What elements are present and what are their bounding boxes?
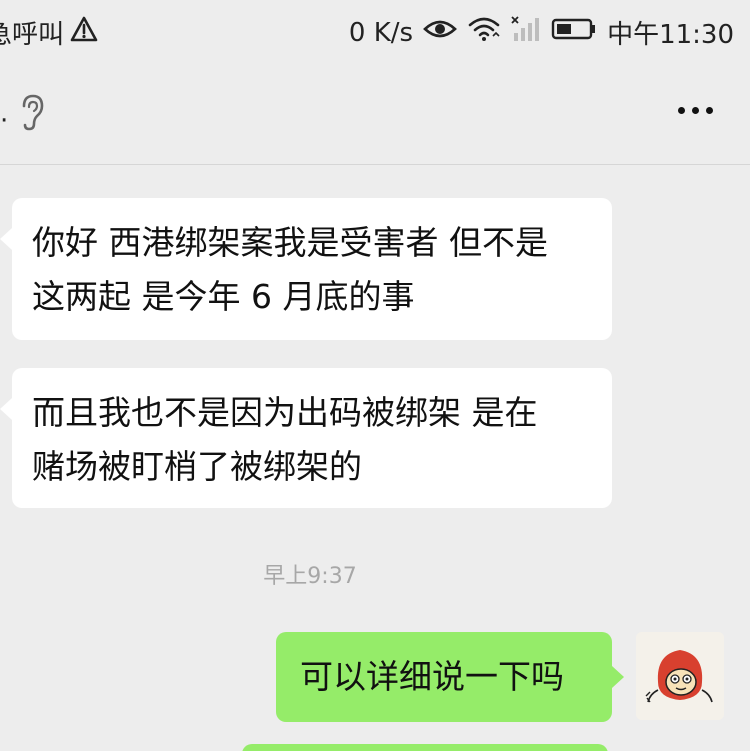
network-speed: 0 K/s	[348, 17, 414, 48]
message-text-line: 可以详细说一下吗	[300, 657, 564, 696]
status-left: 急呼叫	[0, 14, 98, 51]
signal-icon	[511, 15, 541, 50]
battery-icon	[551, 17, 597, 48]
chat-screen: 急呼叫 0 K/s	[0, 0, 750, 751]
avatar-cartoon-icon	[636, 632, 724, 720]
outgoing-message-bubble-partial[interactable]	[242, 744, 608, 751]
message-text-line: 而且我也不是因为出码被绑架 是在	[32, 393, 538, 432]
message-timestamp: 早上9:37	[263, 564, 357, 589]
ear-icon[interactable]	[18, 92, 48, 136]
status-notification-text: 急呼叫	[0, 20, 65, 50]
message-text-line: 赌场被盯梢了被绑架的	[32, 447, 362, 486]
eye-icon	[423, 17, 457, 48]
status-time: 中午11:30	[607, 20, 734, 50]
message-text-line: 这两起 是今年 6 月底的事	[32, 277, 415, 316]
status-right: 0 K/s 中午11:30	[349, 14, 734, 51]
avatar[interactable]	[636, 632, 724, 720]
incoming-message-bubble[interactable]: 而且我也不是因为出码被绑架 是在 赌场被盯梢了被绑架的	[0, 368, 612, 508]
chat-title-bar: ·	[0, 62, 750, 165]
more-dot	[691, 106, 699, 114]
more-icon[interactable]	[670, 90, 720, 130]
more-dot	[705, 106, 713, 114]
more-dot	[677, 106, 685, 114]
message-text-line: 你好 西港绑架案我是受害者 但不是	[32, 223, 548, 262]
alert-triangle-icon	[70, 16, 98, 49]
outgoing-message-bubble[interactable]: 可以详细说一下吗	[276, 632, 624, 722]
wifi-icon	[467, 16, 501, 49]
back-fragment[interactable]: ·	[0, 106, 8, 136]
incoming-message-bubble[interactable]: 你好 西港绑架案我是受害者 但不是 这两起 是今年 6 月底的事	[0, 198, 612, 340]
status-bar: 急呼叫 0 K/s	[0, 0, 750, 62]
